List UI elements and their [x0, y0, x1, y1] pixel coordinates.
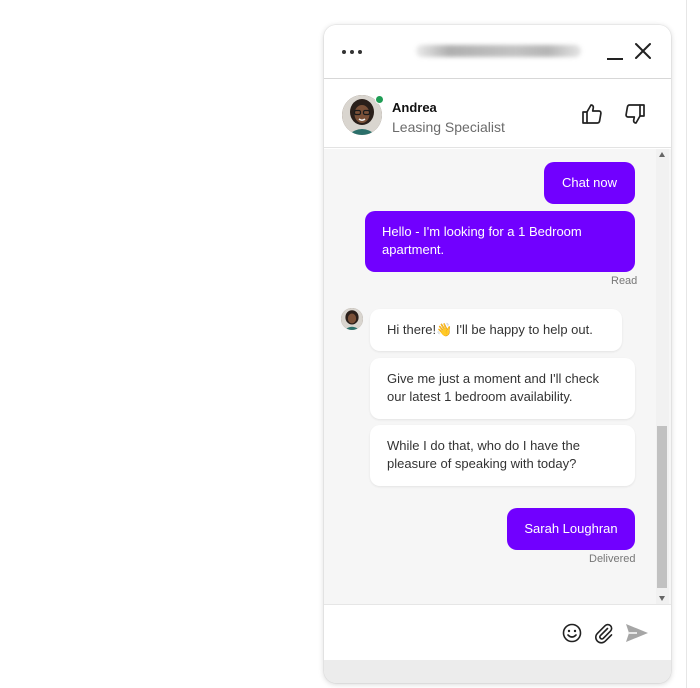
more-horizontal-icon[interactable] — [340, 43, 364, 59]
message-input[interactable] — [336, 619, 556, 647]
message-text: Give me just a moment and I'll check our… — [387, 371, 600, 404]
user-message: Hello - I'm looking for a 1 Bedroom apar… — [365, 211, 635, 272]
emoji-icon — [562, 623, 582, 643]
page-edge — [686, 0, 700, 688]
user-message: Sarah Loughran — [507, 508, 635, 550]
scroll-up-arrow-icon[interactable] — [659, 152, 665, 157]
message-text: Sarah Loughran — [524, 521, 618, 536]
send-icon — [626, 624, 648, 642]
send-button[interactable] — [624, 621, 650, 645]
agent-role: Leasing Specialist — [392, 119, 505, 135]
blurred-title — [416, 45, 581, 57]
widget-footer — [324, 660, 671, 683]
scroll-down-arrow-icon[interactable] — [659, 596, 665, 601]
online-status-dot — [375, 95, 384, 104]
user-message: Chat now — [544, 162, 635, 204]
thumbs-up-icon — [582, 104, 602, 124]
thumbs-down-icon — [625, 104, 645, 124]
message-text: Hi there!👋 I'll be happy to help out. — [387, 322, 593, 337]
message-text: Hello - I'm looking for a 1 Bedroom apar… — [382, 224, 582, 257]
agent-avatar-small — [341, 308, 363, 330]
attach-button[interactable] — [592, 622, 614, 644]
message-text: Chat now — [562, 175, 617, 190]
agent-message: Give me just a moment and I'll check our… — [370, 358, 635, 419]
minimize-button[interactable] — [605, 43, 625, 63]
agent-name: Andrea — [392, 100, 437, 115]
emoji-button[interactable] — [561, 622, 583, 644]
scroll-thumb[interactable] — [657, 426, 667, 588]
read-receipt: Read — [611, 275, 638, 287]
agent-message: While I do that, who do I have the pleas… — [370, 425, 635, 486]
chat-widget: Andrea Leasing Specialist Chat now Hello… — [324, 25, 671, 683]
paperclip-icon — [595, 623, 613, 644]
message-composer — [324, 604, 671, 660]
thumbs-up-button[interactable] — [580, 102, 604, 126]
delivery-status: Delivered — [589, 553, 636, 565]
thumbs-down-button[interactable] — [623, 102, 647, 126]
agent-bar: Andrea Leasing Specialist — [324, 80, 671, 148]
page: Andrea Leasing Specialist Chat now Hello… — [0, 0, 700, 688]
message-text: While I do that, who do I have the pleas… — [387, 438, 580, 471]
chat-header — [324, 25, 671, 79]
agent-message: Hi there!👋 I'll be happy to help out. — [370, 309, 622, 351]
message-scrollbar[interactable] — [656, 149, 669, 604]
close-button[interactable] — [633, 41, 653, 63]
close-icon — [635, 43, 651, 59]
message-list[interactable]: Chat now Hello - I'm looking for a 1 Bed… — [324, 149, 671, 604]
